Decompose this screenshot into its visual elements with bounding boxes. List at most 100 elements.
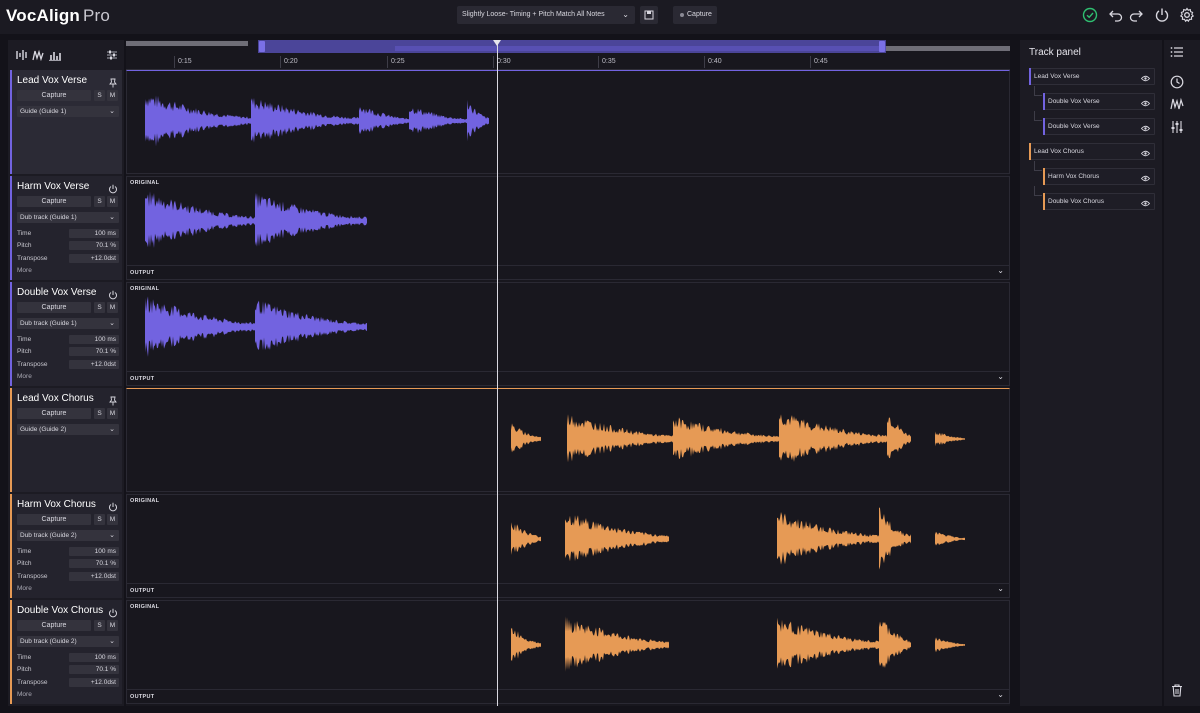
time-value[interactable]: 100 ms <box>69 653 119 662</box>
mute-button[interactable]: M <box>107 196 118 207</box>
guide-select[interactable]: Guide (Guide 1) ⌄ <box>17 106 119 117</box>
mute-button[interactable]: M <box>107 514 118 525</box>
capture-button[interactable]: Capture <box>17 302 91 313</box>
power-icon[interactable] <box>108 287 118 300</box>
mute-button[interactable]: M <box>107 90 118 101</box>
power-icon[interactable] <box>108 499 118 512</box>
lane-harm-vox-verse[interactable]: ORIGINAL OUTPUT ⌄ <box>126 176 1010 280</box>
transpose-label: Transpose <box>17 679 48 686</box>
track-panel-item[interactable]: Double Vox Chorus <box>1043 193 1155 210</box>
capture-button[interactable]: Capture <box>17 620 91 631</box>
waveform-segment <box>251 97 359 143</box>
solo-button[interactable]: S <box>94 620 105 631</box>
track-harm-vox-verse[interactable]: Harm Vox Verse Capture S M Dub track (Gu… <box>10 176 122 280</box>
overview-right-handle[interactable] <box>879 41 885 52</box>
mute-button[interactable]: M <box>107 408 118 419</box>
solo-button[interactable]: S <box>94 514 105 525</box>
redo-icon[interactable] <box>1128 7 1144 23</box>
solo-button[interactable]: S <box>94 196 105 207</box>
playhead[interactable] <box>497 40 498 706</box>
overview-scrollbar[interactable] <box>126 40 1010 54</box>
check-circle-icon[interactable] <box>1082 7 1098 23</box>
playhead-marker[interactable] <box>493 40 501 46</box>
mixer-icon[interactable] <box>1170 120 1184 134</box>
time-value[interactable]: 100 ms <box>69 335 119 344</box>
more-link[interactable]: More <box>17 373 32 380</box>
time-value[interactable]: 100 ms <box>69 229 119 238</box>
save-icon <box>644 10 654 20</box>
transpose-value[interactable]: +12.0dst <box>69 360 119 369</box>
track-panel-item[interactable]: Double Vox Verse <box>1043 93 1155 110</box>
chevron-down-icon[interactable]: ⌄ <box>997 266 1004 275</box>
preset-dropdown[interactable]: Slightly Loose- Timing + Pitch Match All… <box>457 6 635 24</box>
eye-icon[interactable] <box>1140 123 1151 132</box>
mute-button[interactable]: M <box>107 302 118 313</box>
save-preset-button[interactable] <box>640 6 658 24</box>
capture-button[interactable]: Capture <box>17 514 91 525</box>
eye-icon[interactable] <box>1140 148 1151 157</box>
waveform-icon[interactable] <box>1170 97 1184 111</box>
track-harm-vox-chorus[interactable]: Harm Vox Chorus Capture S M Dub track (G… <box>10 494 122 598</box>
capture-button[interactable]: Capture <box>17 90 91 101</box>
settings-sliders-icon[interactable] <box>106 48 118 60</box>
track-lead-vox-chorus[interactable]: Lead Vox Chorus Capture S M Guide (Guide… <box>10 388 122 492</box>
eye-icon[interactable] <box>1140 173 1151 182</box>
pitch-value[interactable]: 70.1 % <box>69 241 119 250</box>
transpose-value[interactable]: +12.0dst <box>69 678 119 687</box>
guide-select[interactable]: Dub track (Guide 2) ⌄ <box>17 636 119 647</box>
more-link[interactable]: More <box>17 585 32 592</box>
clock-icon[interactable] <box>1170 75 1184 89</box>
guide-select[interactable]: Dub track (Guide 1) ⌄ <box>17 318 119 329</box>
capture-button[interactable]: Capture <box>17 408 91 419</box>
pitch-value[interactable]: 70.1 % <box>69 665 119 674</box>
track-panel-item[interactable]: Harm Vox Chorus <box>1043 168 1155 185</box>
solo-button[interactable]: S <box>94 90 105 101</box>
lane-lead-vox-chorus[interactable] <box>126 388 1010 492</box>
guide-select[interactable]: Dub track (Guide 2) ⌄ <box>17 530 119 541</box>
pitch-tool-icon[interactable] <box>32 48 44 62</box>
power-icon[interactable] <box>1154 7 1170 23</box>
eye-icon[interactable] <box>1140 73 1151 82</box>
transpose-value[interactable]: +12.0dst <box>69 572 119 581</box>
time-value[interactable]: 100 ms <box>69 547 119 556</box>
lane-double-vox-verse[interactable]: ORIGINAL OUTPUT ⌄ <box>126 282 1010 386</box>
track-lead-vox-verse[interactable]: Lead Vox Verse Capture S M Guide (Guide … <box>10 70 122 174</box>
undo-icon[interactable] <box>1108 7 1124 23</box>
chevron-down-icon[interactable]: ⌄ <box>997 584 1004 593</box>
transpose-value[interactable]: +12.0dst <box>69 254 119 263</box>
list-icon[interactable] <box>1170 45 1184 59</box>
more-link[interactable]: More <box>17 267 32 274</box>
pitch-value[interactable]: 70.1 % <box>69 559 119 568</box>
track-double-vox-verse[interactable]: Double Vox Verse Capture S M Dub track (… <box>10 282 122 386</box>
track-panel-item[interactable]: Lead Vox Chorus <box>1029 143 1155 160</box>
guide-select[interactable]: Dub track (Guide 1) ⌄ <box>17 212 119 223</box>
pin-icon[interactable] <box>108 75 118 88</box>
solo-button[interactable]: S <box>94 302 105 313</box>
pitch-value[interactable]: 70.1 % <box>69 347 119 356</box>
mute-button[interactable]: M <box>107 620 118 631</box>
lane-double-vox-chorus[interactable]: ORIGINAL OUTPUT ⌄ <box>126 600 1010 704</box>
overview-left-handle[interactable] <box>259 41 265 52</box>
track-panel-item[interactable]: Double Vox Verse <box>1043 118 1155 135</box>
chevron-down-icon[interactable]: ⌄ <box>997 690 1004 699</box>
more-link[interactable]: More <box>17 691 32 698</box>
capture-button[interactable]: Capture <box>17 196 91 207</box>
waveform-tool-icon[interactable] <box>16 48 28 60</box>
gear-icon[interactable] <box>1179 7 1195 23</box>
lane-lead-vox-verse[interactable] <box>126 70 1010 174</box>
track-double-vox-chorus[interactable]: Double Vox Chorus Capture S M Dub track … <box>10 600 122 704</box>
bars-tool-icon[interactable] <box>49 48 61 61</box>
time-ruler[interactable]: 0:15 0:20 0:25 0:30 0:35 0:40 0:45 <box>126 56 1010 70</box>
lane-harm-vox-chorus[interactable]: ORIGINAL OUTPUT ⌄ <box>126 494 1010 598</box>
trash-icon[interactable] <box>1170 683 1184 697</box>
track-panel-item[interactable]: Lead Vox Verse <box>1029 68 1155 85</box>
eye-icon[interactable] <box>1140 98 1151 107</box>
capture-button[interactable]: Capture <box>673 6 717 24</box>
solo-button[interactable]: S <box>94 408 105 419</box>
chevron-down-icon[interactable]: ⌄ <box>997 372 1004 381</box>
power-icon[interactable] <box>108 605 118 618</box>
power-icon[interactable] <box>108 181 118 194</box>
pin-icon[interactable] <box>108 393 118 406</box>
eye-icon[interactable] <box>1140 198 1151 207</box>
guide-select[interactable]: Guide (Guide 2) ⌄ <box>17 424 119 435</box>
